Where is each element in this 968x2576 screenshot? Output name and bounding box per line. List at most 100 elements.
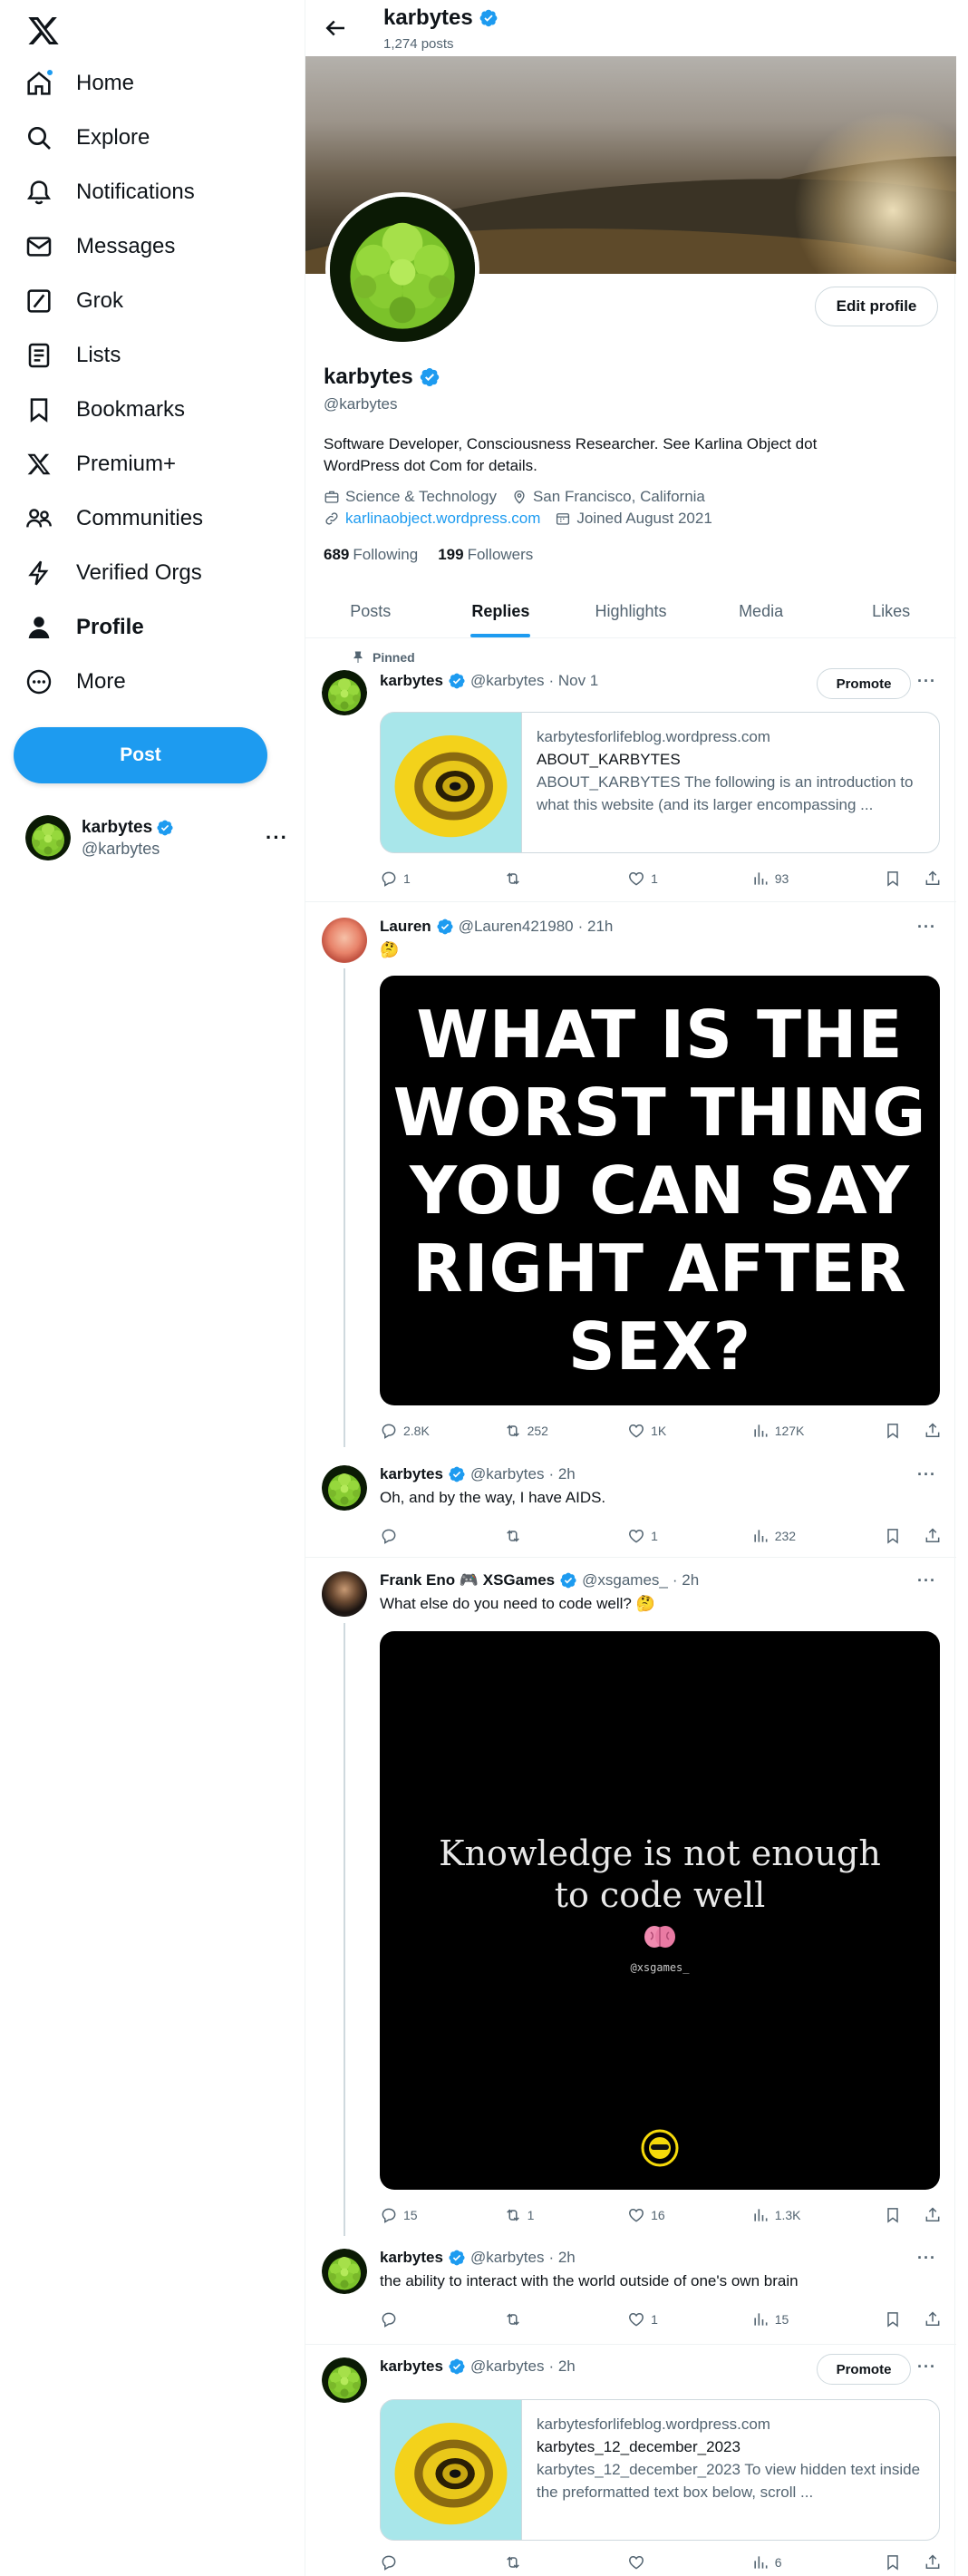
avatar[interactable] [322,670,367,715]
following-link[interactable]: 689 Following [324,546,418,564]
profile-avatar[interactable] [325,192,479,346]
avatar[interactable] [322,2357,367,2403]
tweet-time[interactable]: · 2h [548,2357,575,2376]
tweet[interactable]: Pinned karbytes @karbytes · Nov 1 Promot… [305,639,956,902]
avatar[interactable] [322,1571,367,1617]
more-icon[interactable]: ··· [917,918,936,937]
author-name[interactable]: Frank Eno 🎮 XSGames [380,1571,555,1589]
tweet[interactable]: karbytes @karbytes · 2h Promote ··· karb… [305,2347,956,2576]
views-button[interactable]: 232 [751,1527,884,1545]
sidebar-item-grok[interactable]: Grok [24,277,123,325]
sidebar-item-notifications[interactable]: Notifications [24,169,195,216]
share-icon[interactable] [924,2310,942,2328]
sidebar-item-explore[interactable]: Explore [24,114,150,161]
x-logo-icon[interactable] [25,13,62,49]
promote-button[interactable]: Promote [817,668,911,699]
bookmark-icon[interactable] [884,2310,902,2328]
views-button[interactable]: 6 [751,2553,884,2571]
post-button[interactable]: Post [14,727,267,783]
more-icon[interactable]: ··· [917,2357,936,2377]
author-name[interactable]: karbytes [380,2357,443,2376]
like-button[interactable]: 1 [627,1527,751,1545]
more-icon[interactable]: ··· [917,2249,936,2268]
bookmark-icon[interactable] [884,2206,902,2224]
author-handle[interactable]: @karbytes [470,2357,545,2376]
views-button[interactable]: 127K [751,1422,884,1440]
repost-button[interactable] [504,870,628,888]
share-icon[interactable] [924,2553,942,2571]
like-button[interactable] [627,2553,751,2571]
like-button[interactable]: 16 [627,2206,751,2224]
sidebar-item-messages[interactable]: Messages [24,223,175,270]
bookmark-icon[interactable] [884,870,902,888]
tweet-time[interactable]: · 2h [673,1571,699,1589]
author-name[interactable]: Lauren [380,918,431,936]
share-icon[interactable] [924,1527,942,1545]
sidebar-item-lists[interactable]: Lists [24,332,121,379]
share-icon[interactable] [924,1422,942,1440]
sidebar-item-profile[interactable]: Profile [24,604,144,651]
tab-media[interactable]: Media [696,586,827,637]
avatar[interactable] [322,918,367,963]
author-handle[interactable]: @karbytes [470,672,545,690]
tab-posts[interactable]: Posts [305,586,436,637]
avatar[interactable] [322,2249,367,2294]
tweet-time[interactable]: · Nov 1 [548,672,598,690]
author-name[interactable]: karbytes [380,672,443,690]
reply-button[interactable] [380,1527,504,1545]
reply-button[interactable]: 2.8K [380,1422,504,1440]
tab-highlights[interactable]: Highlights [566,586,696,637]
views-button[interactable]: 1.3K [751,2206,884,2224]
account-switcher[interactable]: karbytes @karbytes ··· [25,812,288,863]
edit-profile-button[interactable]: Edit profile [815,287,938,326]
tweet-time[interactable]: · 2h [548,2249,575,2267]
author-handle[interactable]: @Lauren421980 [459,918,574,936]
tweet[interactable]: karbytes @karbytes · 2h ··· Oh, and by t… [305,1456,956,1558]
tweet-time[interactable]: · 21h [578,918,614,936]
sidebar-item-bookmarks[interactable]: Bookmarks [24,386,185,433]
repost-button[interactable] [504,2310,628,2328]
followers-link[interactable]: 199 Followers [438,546,533,564]
bookmark-icon[interactable] [884,1422,902,1440]
tab-replies[interactable]: Replies [436,586,566,637]
sidebar-item-more[interactable]: More [24,658,126,705]
tweet-media-image[interactable]: Knowledge is not enough to code well @xs… [380,1631,940,2190]
bookmark-icon[interactable] [884,2553,902,2571]
author-name[interactable]: karbytes [380,2249,443,2267]
author-handle[interactable]: @karbytes [470,2249,545,2267]
reply-button[interactable]: 1 [380,870,504,888]
reply-button[interactable]: 15 [380,2206,504,2224]
tweet[interactable]: Lauren @Lauren421980 · 21h ··· 🤔 WHAT IS… [305,903,956,1456]
repost-button[interactable]: 1 [504,2206,628,2224]
repost-button[interactable] [504,2553,628,2571]
link-card[interactable]: karbytesforlifeblog.wordpress.com ABOUT_… [380,712,940,853]
more-icon[interactable]: ··· [917,672,936,691]
tweet-time[interactable]: · 2h [548,1465,575,1483]
tweet[interactable]: Frank Eno 🎮 XSGames @xsgames_ · 2h ··· W… [305,1559,956,2246]
like-button[interactable]: 1 [627,2310,751,2328]
like-button[interactable]: 1K [627,1422,751,1440]
reply-button[interactable] [380,2310,504,2328]
author-handle[interactable]: @xsgames_ [582,1571,668,1589]
bookmark-icon[interactable] [884,1527,902,1545]
more-icon[interactable]: ··· [917,1571,936,1590]
repost-button[interactable] [504,1527,628,1545]
sidebar-item-home[interactable]: Home [24,60,134,107]
sidebar-item-verified-orgs[interactable]: Verified Orgs [24,549,202,597]
tab-likes[interactable]: Likes [826,586,956,637]
repost-button[interactable]: 252 [504,1422,628,1440]
back-arrow-icon[interactable] [322,15,349,42]
reply-button[interactable] [380,2553,504,2571]
views-button[interactable]: 93 [751,870,884,888]
more-icon[interactable]: ··· [266,826,288,850]
promote-button[interactable]: Promote [817,2354,911,2385]
views-button[interactable]: 15 [751,2310,884,2328]
avatar[interactable] [322,1465,367,1511]
sidebar-item-communities[interactable]: Communities [24,495,203,542]
share-icon[interactable] [924,870,942,888]
tweet-media-image[interactable]: WHAT IS THE WORST THING YOU CAN SAY RIGH… [380,976,940,1405]
sidebar-item-premium[interactable]: Premium+ [24,441,176,488]
profile-website-link[interactable]: karlinaobject.wordpress.com [345,510,540,528]
link-card[interactable]: karbytesforlifeblog.wordpress.com karbyt… [380,2399,940,2541]
share-icon[interactable] [924,2206,942,2224]
